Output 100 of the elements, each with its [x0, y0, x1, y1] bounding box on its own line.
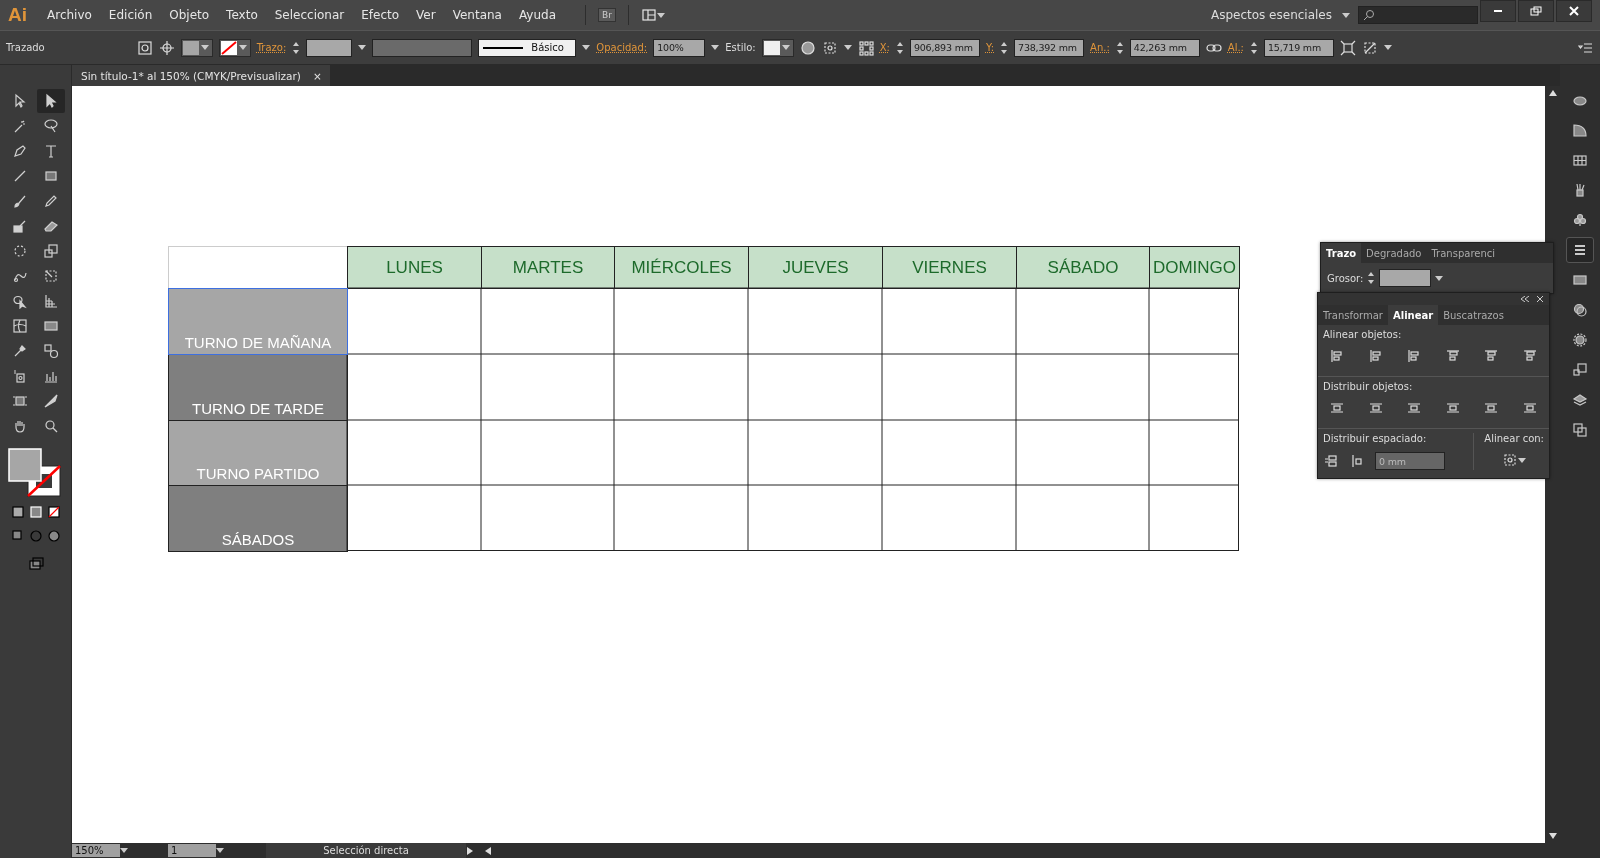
mesh-icon [12, 318, 28, 334]
menu-item[interactable]: Seleccionar [274, 8, 345, 22]
club-icon [1572, 212, 1588, 228]
caret-icon[interactable] [781, 45, 790, 50]
scroll-down-icon[interactable] [1548, 833, 1557, 839]
status-tool[interactable]: Selección directa [266, 843, 466, 858]
restore-icon [1530, 6, 1542, 16]
color-mode-icon [9, 504, 26, 520]
arrow-icon [12, 93, 28, 109]
caret-icon[interactable] [216, 848, 224, 853]
close-icon[interactable] [1537, 296, 1543, 302]
rotate-icon [12, 243, 28, 259]
line-icon [12, 168, 28, 184]
menu-item[interactable]: Objeto [169, 8, 210, 22]
caret-icon[interactable] [358, 45, 367, 50]
close-icon[interactable]: × [312, 69, 322, 82]
lines-icon [1572, 242, 1588, 258]
document-tab[interactable]: Sin título-1* al 150% (CMYK/Previsualizar) × [72, 65, 330, 86]
bridge-button[interactable]: Br [598, 8, 616, 22]
panel-tab[interactable]: Degradado [1361, 243, 1427, 263]
variable-width-field[interactable] [372, 38, 473, 57]
coordinate-field[interactable]: 906,893 mm [909, 38, 980, 57]
caret-icon[interactable] [843, 45, 852, 50]
align-to-icon [1502, 452, 1519, 468]
reference-grid-icon [857, 39, 874, 56]
coordinate-field[interactable]: 15,719 mm [1264, 38, 1334, 57]
collapse-icon[interactable] [1521, 296, 1529, 302]
spinner-icon[interactable] [1367, 270, 1376, 286]
scroll-left-icon[interactable] [484, 846, 492, 855]
align-icon [1483, 348, 1500, 364]
minimize-button[interactable] [1480, 0, 1516, 22]
section-label: Alinear objetos: [1323, 329, 1402, 340]
none-mode-icon [45, 504, 62, 520]
stroke-weight-field[interactable] [306, 38, 353, 57]
artboard-icon [12, 393, 28, 409]
wand-icon [12, 118, 28, 134]
fill-swatch[interactable] [180, 38, 213, 57]
caret-icon[interactable] [582, 45, 591, 50]
menu-item[interactable]: Ayuda [518, 8, 557, 22]
artboard-field[interactable]: 1 [168, 844, 216, 857]
panel-tab[interactable]: Trazo [1321, 243, 1362, 263]
panel-tab[interactable]: Transformar [1318, 305, 1388, 325]
brush-preset-field[interactable]: Básico [478, 38, 577, 57]
menu-item[interactable]: Efecto [361, 8, 400, 22]
stroke-label[interactable]: Trazo: [256, 42, 287, 53]
caret-icon[interactable] [1384, 45, 1392, 50]
panel-tab[interactable]: Alinear [1388, 305, 1439, 325]
menu-item[interactable]: Ver [416, 8, 436, 22]
coordinate-field[interactable]: 42,263 mm [1129, 38, 1200, 57]
align-icon [1444, 348, 1461, 364]
gradient-mode-icon [27, 504, 44, 520]
caret-icon[interactable] [120, 848, 128, 853]
layers-icon [1572, 392, 1588, 408]
caret-icon[interactable] [1342, 12, 1350, 18]
pencil-icon [43, 193, 59, 209]
coordinate-label[interactable]: X: [879, 42, 890, 53]
column-header: SÁBADO [1016, 246, 1150, 289]
dashed-circle-icon [1572, 332, 1588, 348]
dock-button[interactable] [1566, 237, 1594, 263]
workspace-switcher[interactable]: Aspectos esenciales [1210, 8, 1332, 22]
search-field[interactable] [1358, 6, 1478, 24]
caret-icon[interactable] [1518, 457, 1527, 463]
caret-icon[interactable] [656, 12, 665, 18]
panel-tab[interactable]: Buscatrazos [1438, 305, 1509, 325]
caret-icon[interactable] [200, 45, 209, 50]
stroke-swatch[interactable] [218, 38, 251, 57]
coordinate-label[interactable]: Y: [985, 42, 995, 53]
menu-item[interactable]: Archivo [47, 8, 92, 22]
opacity-field[interactable]: 100% [653, 38, 706, 57]
menu-item[interactable]: Ventana [452, 8, 502, 22]
align-icon [1329, 348, 1345, 364]
row-header: TURNO PARTIDO [168, 420, 348, 486]
coordinate-label[interactable]: Al.: [1227, 42, 1244, 53]
distribute-icon [1521, 400, 1538, 416]
caret-icon[interactable] [1435, 275, 1444, 281]
perspective-grid-icon [43, 293, 59, 309]
hand-icon [12, 418, 28, 434]
blend-icon [43, 343, 59, 359]
tool-button[interactable] [37, 89, 65, 113]
opacity-label[interactable]: Opacidad: [596, 42, 648, 53]
fill-stroke-swatches[interactable] [7, 448, 64, 498]
scroll-up-icon[interactable] [1548, 90, 1557, 96]
column-header: DOMINGO [1149, 246, 1240, 289]
coordinate-label[interactable]: An.: [1090, 42, 1110, 53]
zoom-field[interactable]: 150% [72, 844, 120, 857]
layout-icon [640, 7, 657, 23]
menu-item[interactable]: Texto [226, 8, 258, 22]
caret-icon[interactable] [711, 45, 720, 50]
weight-field[interactable] [1379, 269, 1432, 287]
style-swatch[interactable] [761, 38, 794, 57]
isolate-icon [136, 39, 153, 56]
close-button[interactable] [1556, 0, 1592, 22]
caret-icon[interactable] [238, 45, 247, 50]
coordinate-field[interactable]: 738,392 mm [1014, 38, 1085, 57]
gradient-icon [43, 318, 59, 334]
align-icon [1521, 348, 1538, 364]
document-title: Sin título-1* al 150% (CMYK/Previsualizar) [81, 69, 301, 82]
panel-tab[interactable]: Transparenci [1426, 243, 1501, 263]
restore-button[interactable] [1518, 0, 1554, 22]
menu-item[interactable]: Edición [108, 8, 153, 22]
